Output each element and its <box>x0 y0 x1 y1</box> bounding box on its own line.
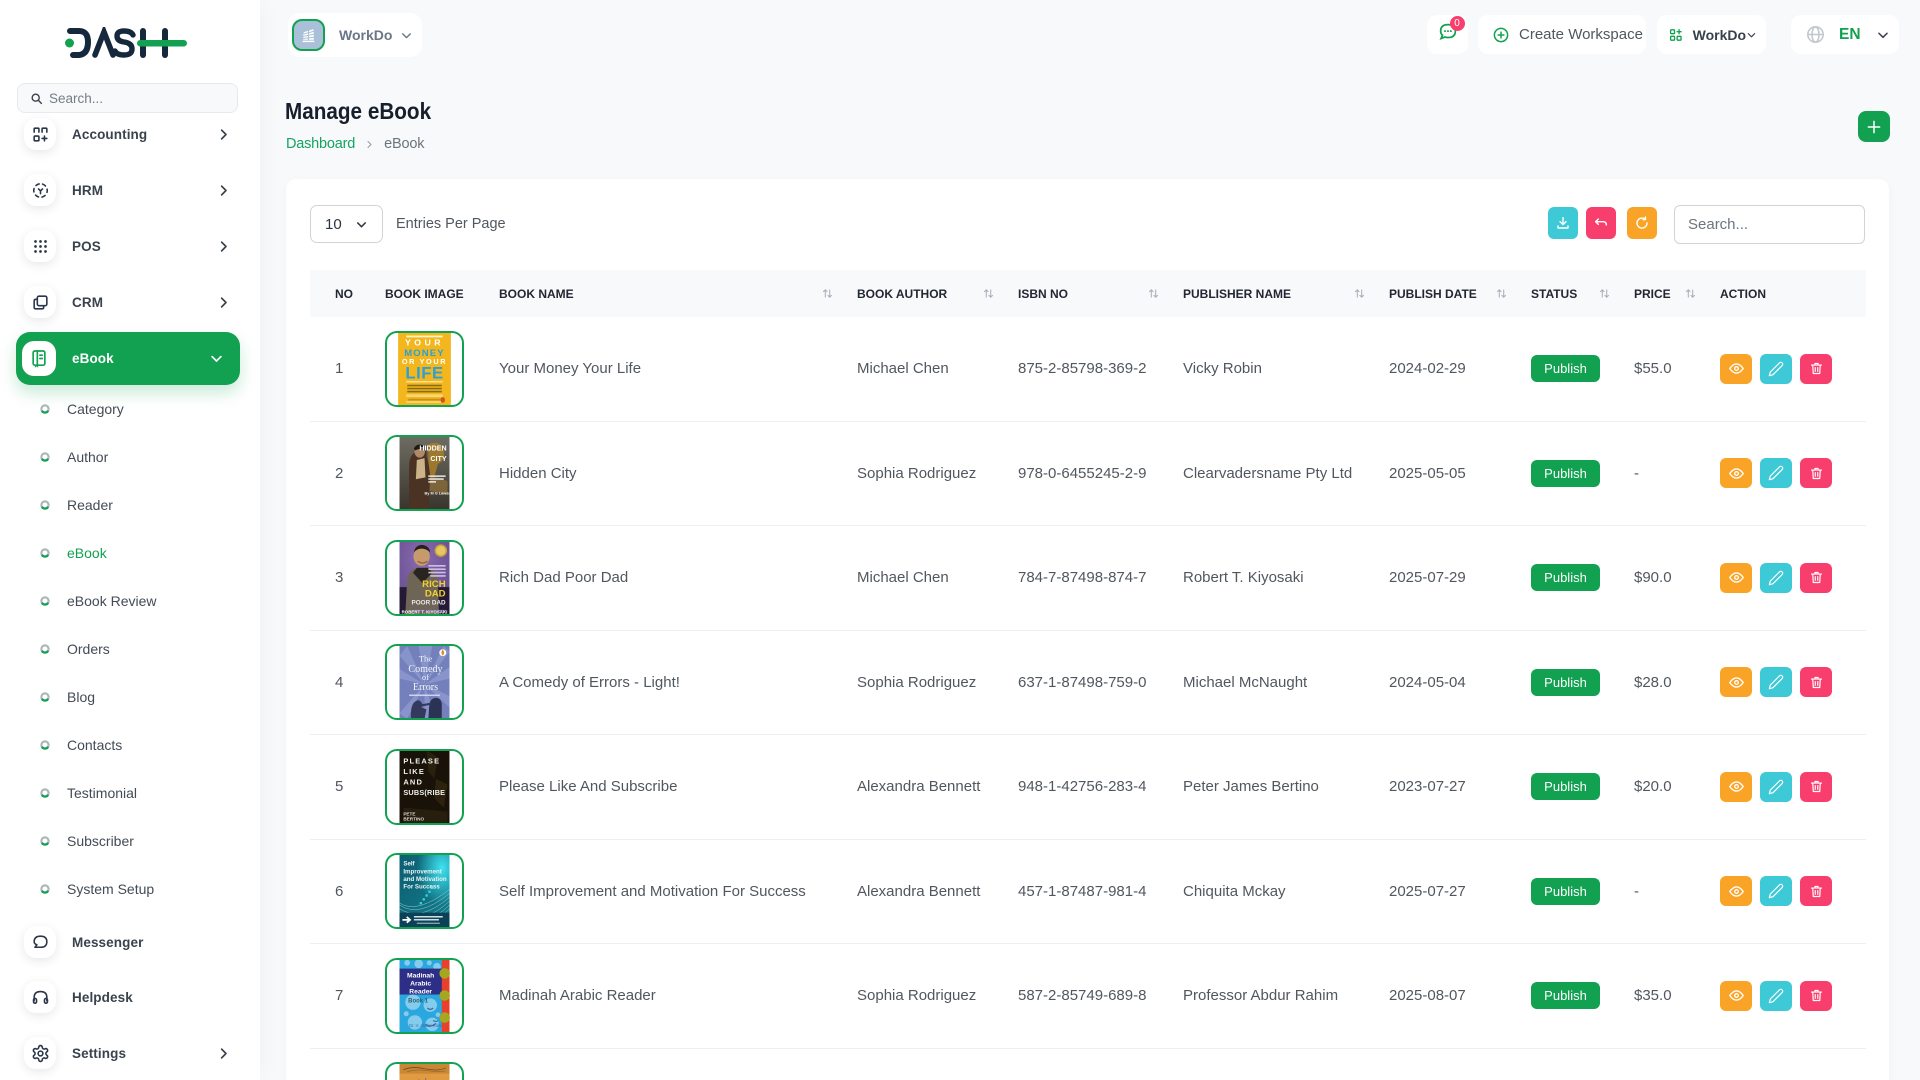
svg-text:YOUR: YOUR <box>405 338 444 348</box>
svg-text:of: of <box>422 673 429 682</box>
svg-text:SUBS(RIBE: SUBS(RIBE <box>403 788 445 797</box>
svg-text:LIFE: LIFE <box>405 364 443 383</box>
svg-text:Reader: Reader <box>409 989 432 996</box>
svg-text:CITY: CITY <box>430 455 446 463</box>
svg-text:PETE: PETE <box>403 811 415 816</box>
svg-text:ROBERT T. KIYOSAKI: ROBERT T. KIYOSAKI <box>402 610 448 614</box>
svg-text:Arabic: Arabic <box>410 980 431 987</box>
svg-text:BERTINO: BERTINO <box>403 817 424 822</box>
svg-text:HIDDEN: HIDDEN <box>419 444 446 452</box>
svg-text:and Motivation: and Motivation <box>403 875 446 882</box>
svg-text:Errors: Errors <box>413 682 438 693</box>
svg-text:POOR DAD: POOR DAD <box>412 599 447 606</box>
svg-text:Self: Self <box>403 860 415 867</box>
svg-text:AND: AND <box>403 778 423 787</box>
svg-text:Book 1: Book 1 <box>408 999 428 1005</box>
svg-text:LIKE: LIKE <box>403 767 425 776</box>
svg-text:By M G Lawson: By M G Lawson <box>425 491 452 495</box>
svg-text:For Success: For Success <box>403 883 440 890</box>
svg-text:DAD: DAD <box>425 589 446 600</box>
svg-text:Improvement: Improvement <box>403 868 441 875</box>
svg-text:The: The <box>419 653 433 663</box>
svg-text:Madinah: Madinah <box>407 972 434 979</box>
svg-text:Dr. V. Abdur Rahim: Dr. V. Abdur Rahim <box>409 1023 445 1028</box>
svg-text:PLEASE: PLEASE <box>403 756 440 765</box>
